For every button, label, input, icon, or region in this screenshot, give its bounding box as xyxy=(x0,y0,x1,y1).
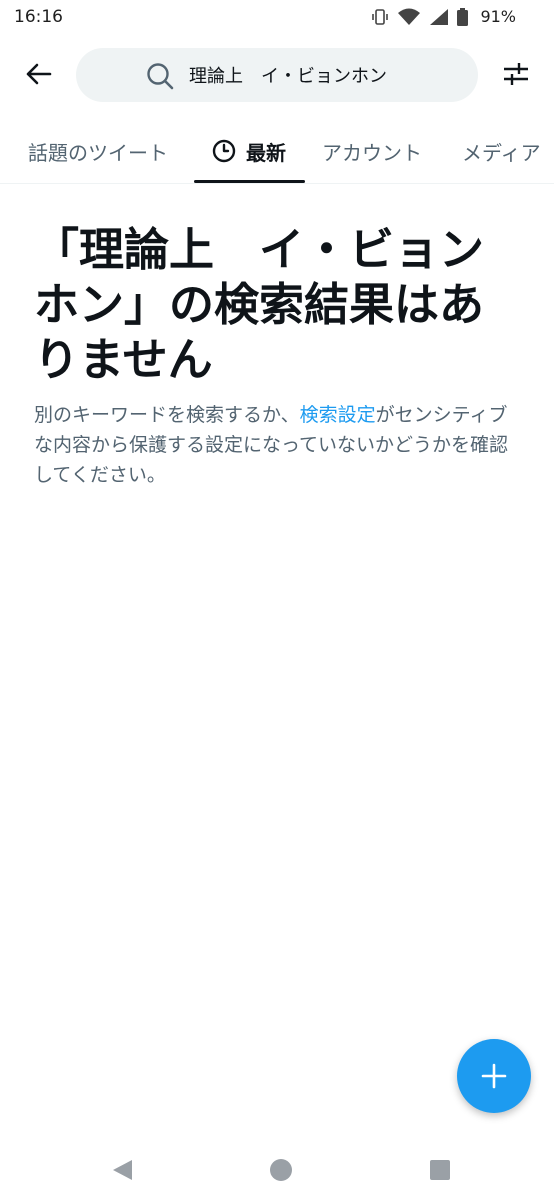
search-input[interactable]: 理論上 イ・ビョンホン xyxy=(76,48,478,102)
nav-recents-button[interactable] xyxy=(426,1156,454,1184)
active-tab-indicator xyxy=(194,180,305,183)
nav-home-icon xyxy=(270,1159,292,1181)
search-header: 理論上 イ・ビョンホン xyxy=(0,34,554,118)
search-settings-link[interactable]: 検索設定 xyxy=(300,404,376,426)
search-filter-button[interactable] xyxy=(498,56,534,92)
empty-state-description: 別のキーワードを検索するか、検索設定がセンシティブな内容から保護する設定になって… xyxy=(34,400,514,490)
nav-back-icon xyxy=(113,1160,132,1180)
search-icon xyxy=(147,63,174,90)
status-time: 16:16 xyxy=(14,7,63,27)
status-bar: 16:16 91% xyxy=(0,0,554,34)
signal-icon xyxy=(430,9,448,25)
tab-label: アカウント xyxy=(322,140,422,165)
sliders-icon xyxy=(504,63,528,85)
plus-icon xyxy=(481,1063,507,1089)
tab-label: 最新 xyxy=(246,140,286,165)
tab-label: メディア xyxy=(462,140,541,165)
vibrate-icon xyxy=(372,9,388,25)
tab-latest[interactable]: 最新 xyxy=(212,118,286,183)
nav-back-button[interactable] xyxy=(108,1156,136,1184)
tab-label: 話題のツイート xyxy=(28,140,168,165)
empty-state-title: 「理論上 イ・ビョンホン」の検索結果はありません xyxy=(34,223,485,386)
arrow-left-icon xyxy=(26,63,52,85)
battery-icon xyxy=(457,8,468,26)
empty-desc-before: 別のキーワードを検索するか、 xyxy=(34,404,300,426)
nav-recents-icon xyxy=(430,1160,450,1180)
search-query: 理論上 イ・ビョンホン xyxy=(189,66,387,87)
tab-accounts[interactable]: アカウント xyxy=(322,118,422,183)
status-icons xyxy=(371,8,468,26)
system-nav-bar xyxy=(0,1140,554,1200)
nav-home-button[interactable] xyxy=(267,1156,295,1184)
tab-media[interactable]: メディア xyxy=(462,118,541,183)
tab-top[interactable]: 話題のツイート xyxy=(28,118,168,183)
wifi-icon xyxy=(398,8,420,25)
search-tabs: 話題のツイート 最新 アカウント メディア xyxy=(0,118,554,184)
battery-percent: 91% xyxy=(480,7,516,26)
clock-icon xyxy=(212,139,236,163)
back-button[interactable] xyxy=(20,56,56,92)
compose-tweet-button[interactable] xyxy=(457,1039,531,1113)
